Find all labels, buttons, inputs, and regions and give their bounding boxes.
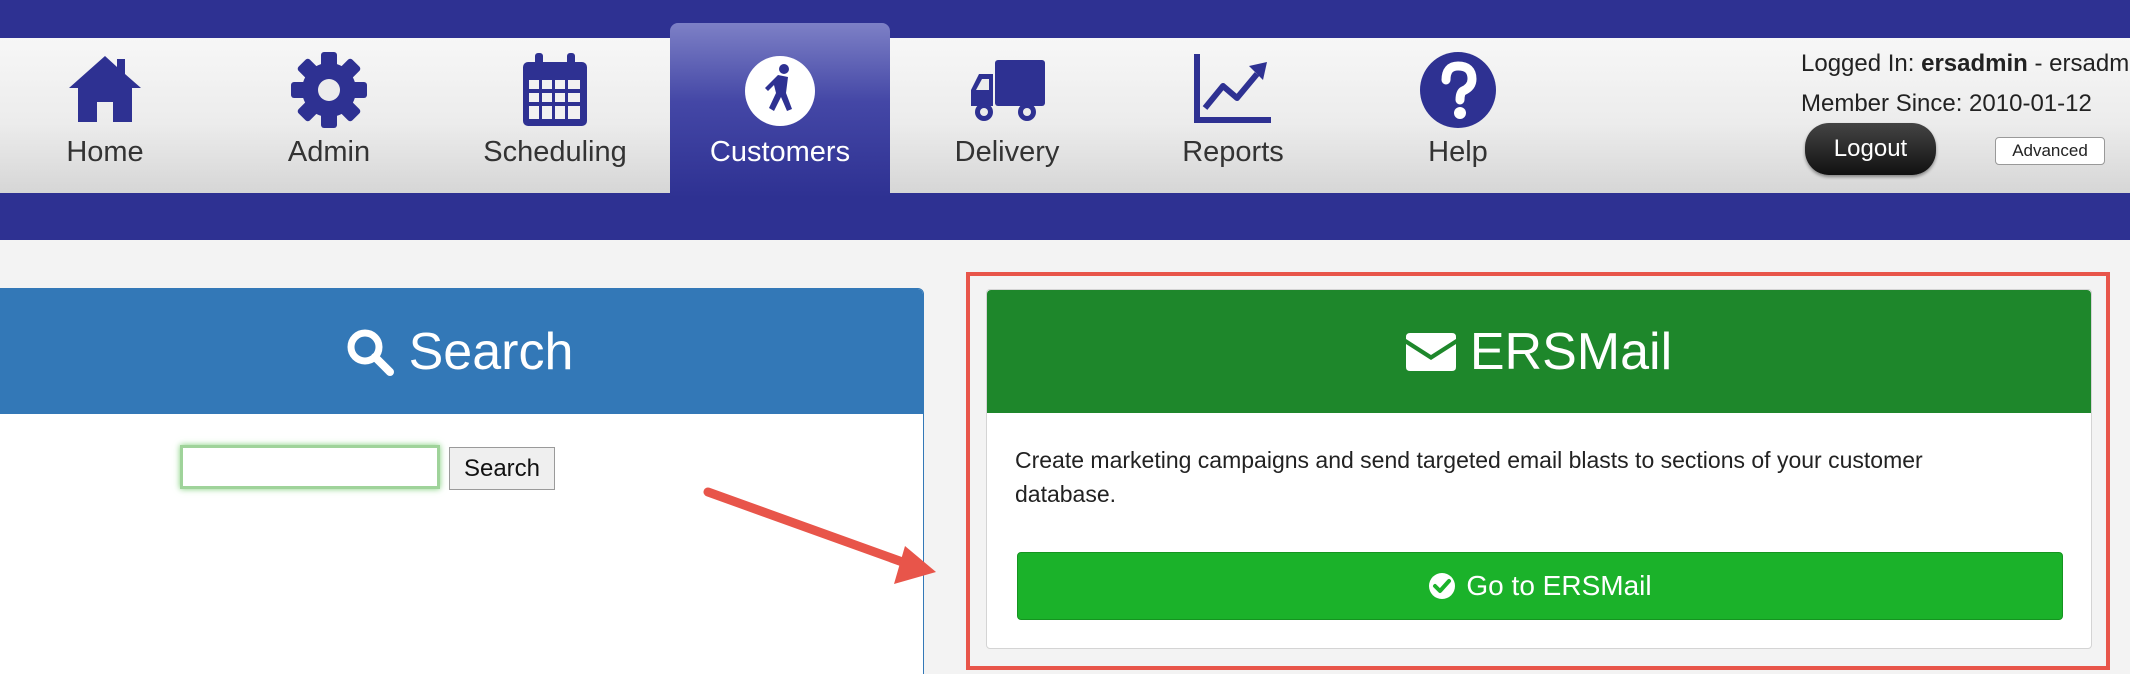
nav-item-home[interactable]: Home — [0, 38, 210, 193]
help-icon — [1420, 52, 1496, 128]
search-panel-header: Search — [0, 289, 923, 414]
home-icon — [69, 56, 141, 122]
search-title: Search — [408, 322, 574, 381]
nav-label-admin: Admin — [287, 136, 371, 168]
nav-label-home: Home — [66, 136, 144, 168]
search-input[interactable] — [180, 445, 440, 489]
truck-icon — [971, 60, 1045, 121]
nav-item-delivery[interactable]: Delivery — [902, 38, 1112, 193]
search-panel: Search Search — [0, 288, 924, 674]
nav-item-customers[interactable]: Customers — [670, 23, 890, 198]
go-to-ersmail-label: Go to ERSMail — [1466, 570, 1652, 601]
logged-in-label: Logged In: — [1801, 50, 1922, 77]
user-name-suffix: - ersadm — [2027, 50, 2130, 77]
nav-item-scheduling[interactable]: Scheduling — [450, 38, 660, 193]
member-since: Member Since: 2010-01-12 — [1801, 90, 2092, 117]
nav-label-delivery: Delivery — [954, 136, 1060, 168]
nav-label-help: Help — [1428, 136, 1488, 168]
envelope-icon — [1405, 332, 1456, 371]
chart-icon — [1194, 54, 1271, 123]
logged-in-line: Logged In: ersadmin - ersadm — [1801, 44, 2129, 84]
check-circle-icon — [1429, 573, 1456, 599]
nav-label-customers: Customers — [709, 136, 851, 168]
nav-label-reports: Reports — [1182, 136, 1284, 168]
nav-label-scheduling: Scheduling — [483, 136, 627, 168]
username: ersadmin — [1921, 50, 2028, 77]
nav-item-help[interactable]: Help — [1353, 38, 1563, 193]
ersmail-panel: ERSMail Create marketing campaigns and s… — [986, 289, 2092, 649]
go-to-ersmail-button[interactable]: Go to ERSMail — [1017, 552, 2063, 620]
gear-icon — [291, 52, 367, 128]
user-info: Logged In: ersadmin - ersadm Member Sinc… — [1801, 44, 2129, 124]
customer-icon — [745, 56, 815, 126]
logout-button[interactable]: Logout — [1805, 123, 1936, 175]
calendar-icon — [523, 53, 587, 126]
nav-item-reports[interactable]: Reports — [1128, 38, 1338, 193]
nav-item-admin[interactable]: Admin — [224, 38, 434, 193]
ersmail-description: Create marketing campaigns and send targ… — [1015, 447, 1923, 507]
search-icon — [347, 329, 394, 376]
search-button[interactable]: Search — [449, 447, 555, 490]
ersmail-title: ERSMail — [1469, 322, 1673, 381]
ersmail-panel-header: ERSMail — [987, 290, 2091, 413]
advanced-button[interactable]: Advanced — [1995, 137, 2105, 165]
